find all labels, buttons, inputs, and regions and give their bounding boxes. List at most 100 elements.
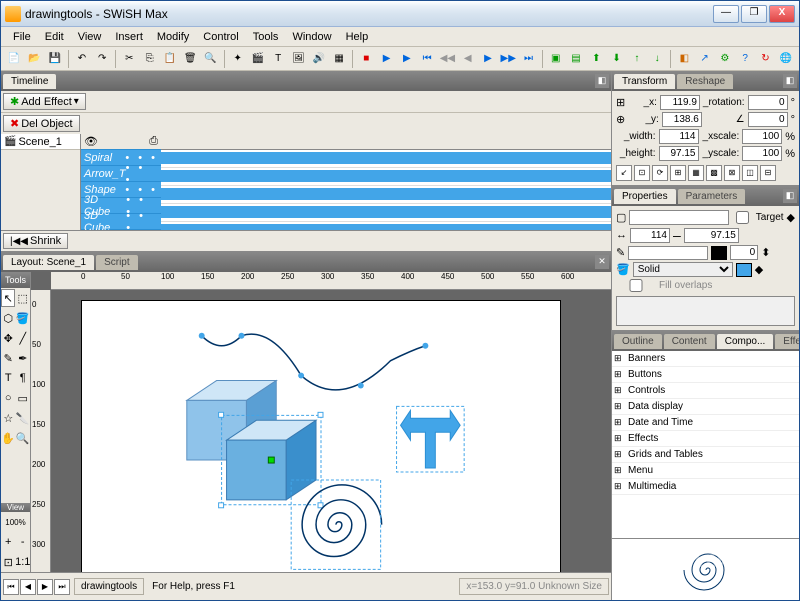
menu-help[interactable]: Help [340,29,375,45]
compo-item[interactable]: Grids and Tables [612,447,799,463]
fill-color-swatch[interactable] [736,263,752,277]
move-tool-icon[interactable]: ✥ [1,329,15,347]
zoomin-icon[interactable]: + [1,533,15,551]
compo-tab[interactable]: Compo... [717,334,774,349]
outline-tab[interactable]: Outline [614,334,662,349]
timeline-tracks[interactable] [161,134,611,230]
insert-icon[interactable]: ✦ [229,49,247,69]
save-icon[interactable]: 💾 [46,49,64,69]
stroke-color-swatch[interactable] [711,246,727,260]
effect-tab[interactable]: Effect [775,334,799,349]
document-tab[interactable]: drawingtools [74,578,144,595]
snd-icon[interactable]: 🔊 [310,49,328,69]
stop-icon[interactable]: ■ [357,49,375,69]
copy-icon[interactable]: ⎘ [141,49,159,69]
fill-overlaps-checkbox[interactable] [616,279,656,292]
back2-icon[interactable]: ⬇ [607,49,625,69]
pencil-tool-icon[interactable]: ✎ [1,349,15,367]
del-object-button[interactable]: ✖Del Object [3,115,80,132]
add-effect-button[interactable]: ✱Add Effect ▾ [3,93,86,110]
rotation-input[interactable] [748,95,788,110]
description-box[interactable] [616,296,795,326]
undo-icon[interactable]: ↶ [73,49,91,69]
menu-control[interactable]: Control [197,29,244,45]
layers-icon[interactable]: ◆ [787,211,795,224]
prev-frame-icon[interactable]: ⏮ [418,49,436,69]
zoom-tool-icon[interactable]: 🔍 [16,429,30,447]
compo-item[interactable]: Date and Time [612,415,799,431]
knife-tool-icon[interactable]: 🔪 [16,409,30,427]
timeline-tab[interactable]: Timeline [3,74,56,89]
bwd-icon[interactable]: ↓ [648,49,666,69]
fit-icon[interactable]: ⊡ [1,553,15,571]
anchor7-icon[interactable]: ⊠ [724,165,740,181]
sb-end-icon[interactable]: ⏭ [54,579,70,595]
yscale-input[interactable] [742,146,782,161]
menu-view[interactable]: View [72,29,108,45]
redo-icon[interactable]: ↷ [93,49,111,69]
sb-back-icon[interactable]: ◀ [20,579,36,595]
line-tool-icon[interactable]: ╱ [16,329,30,347]
layout-close-icon[interactable]: ✕ [595,255,609,269]
play-icon[interactable]: ▶ [377,49,395,69]
params-tab[interactable]: Parameters [678,189,746,204]
minimize-button[interactable]: — [713,5,739,23]
menu-file[interactable]: File [7,29,37,45]
anchor6-icon[interactable]: ▩ [706,165,722,181]
layer-row[interactable]: 3D Cube• • • [81,214,161,230]
export-icon[interactable]: ↗ [695,49,713,69]
text-icon[interactable]: T [269,49,287,69]
zoom-level[interactable]: 100% [2,513,30,531]
rect-tool-icon[interactable]: ▭ [16,389,30,407]
canvas[interactable] [51,290,611,572]
actual-icon[interactable]: 1:1 [16,553,30,571]
timeline-close-icon[interactable]: ◧ [595,74,609,88]
menu-modify[interactable]: Modify [151,29,195,45]
ff-icon[interactable]: ▶▶ [499,49,517,69]
open-icon[interactable]: 📂 [25,49,43,69]
compo-item[interactable]: Menu [612,463,799,479]
scene-icon[interactable]: 🎬 [249,49,267,69]
globe-icon[interactable]: 🌐 [777,49,795,69]
ungroup-icon[interactable]: ▤ [567,49,585,69]
next-frame-icon[interactable]: ⏭ [519,49,537,69]
layer-row[interactable]: Arrow_T• • • [81,166,161,182]
paste-icon[interactable]: 📋 [161,49,179,69]
rewind-icon[interactable]: ◀◀ [438,49,456,69]
name-input[interactable] [629,210,729,225]
menu-tools[interactable]: Tools [247,29,285,45]
prop-h-input[interactable] [684,228,739,243]
align-icon[interactable]: ◧ [675,49,693,69]
tools-icon[interactable]: ⚙ [716,49,734,69]
compo-item[interactable]: Data display [612,399,799,415]
help-icon[interactable]: ? [736,49,754,69]
transform-tab[interactable]: Transform [614,74,675,89]
hand-tool-icon[interactable]: ✋ [1,429,15,447]
y-input[interactable] [662,112,702,127]
menu-edit[interactable]: Edit [39,29,70,45]
height-input[interactable] [659,146,699,161]
layout-tab[interactable]: Layout: Scene_1 [3,255,94,270]
xscale-input[interactable] [742,129,782,144]
fill-tool-icon[interactable]: 🪣 [16,309,30,327]
reshape-tool-icon[interactable]: ⬡ [1,309,15,327]
img-icon[interactable]: 🖼 [289,49,307,69]
play-effect-icon[interactable]: ▶ [398,49,416,69]
compo-item[interactable]: Banners [612,351,799,367]
shrink-button[interactable]: |◀◀ Shrink [3,233,68,249]
delete-icon[interactable]: 🗑 [181,49,199,69]
subselect-tool-icon[interactable]: ⬚ [16,289,30,307]
compo-item[interactable]: Multimedia [612,479,799,495]
anchor1-icon[interactable]: ↙ [616,165,632,181]
sprite-icon[interactable]: ▦ [330,49,348,69]
content-tab[interactable]: Content [664,334,715,349]
ellipse-tool-icon[interactable]: ○ [1,389,15,407]
pen-tool-icon[interactable]: ✒ [16,349,30,367]
anchor4-icon[interactable]: ⊞ [670,165,686,181]
compo-item[interactable]: Buttons [612,367,799,383]
refresh-icon[interactable]: ↻ [756,49,774,69]
paragraph-tool-icon[interactable]: ¶ [16,369,30,387]
transform-close-icon[interactable]: ◧ [783,74,797,88]
anchor8-icon[interactable]: ◫ [742,165,758,181]
front-icon[interactable]: ⬆ [587,49,605,69]
